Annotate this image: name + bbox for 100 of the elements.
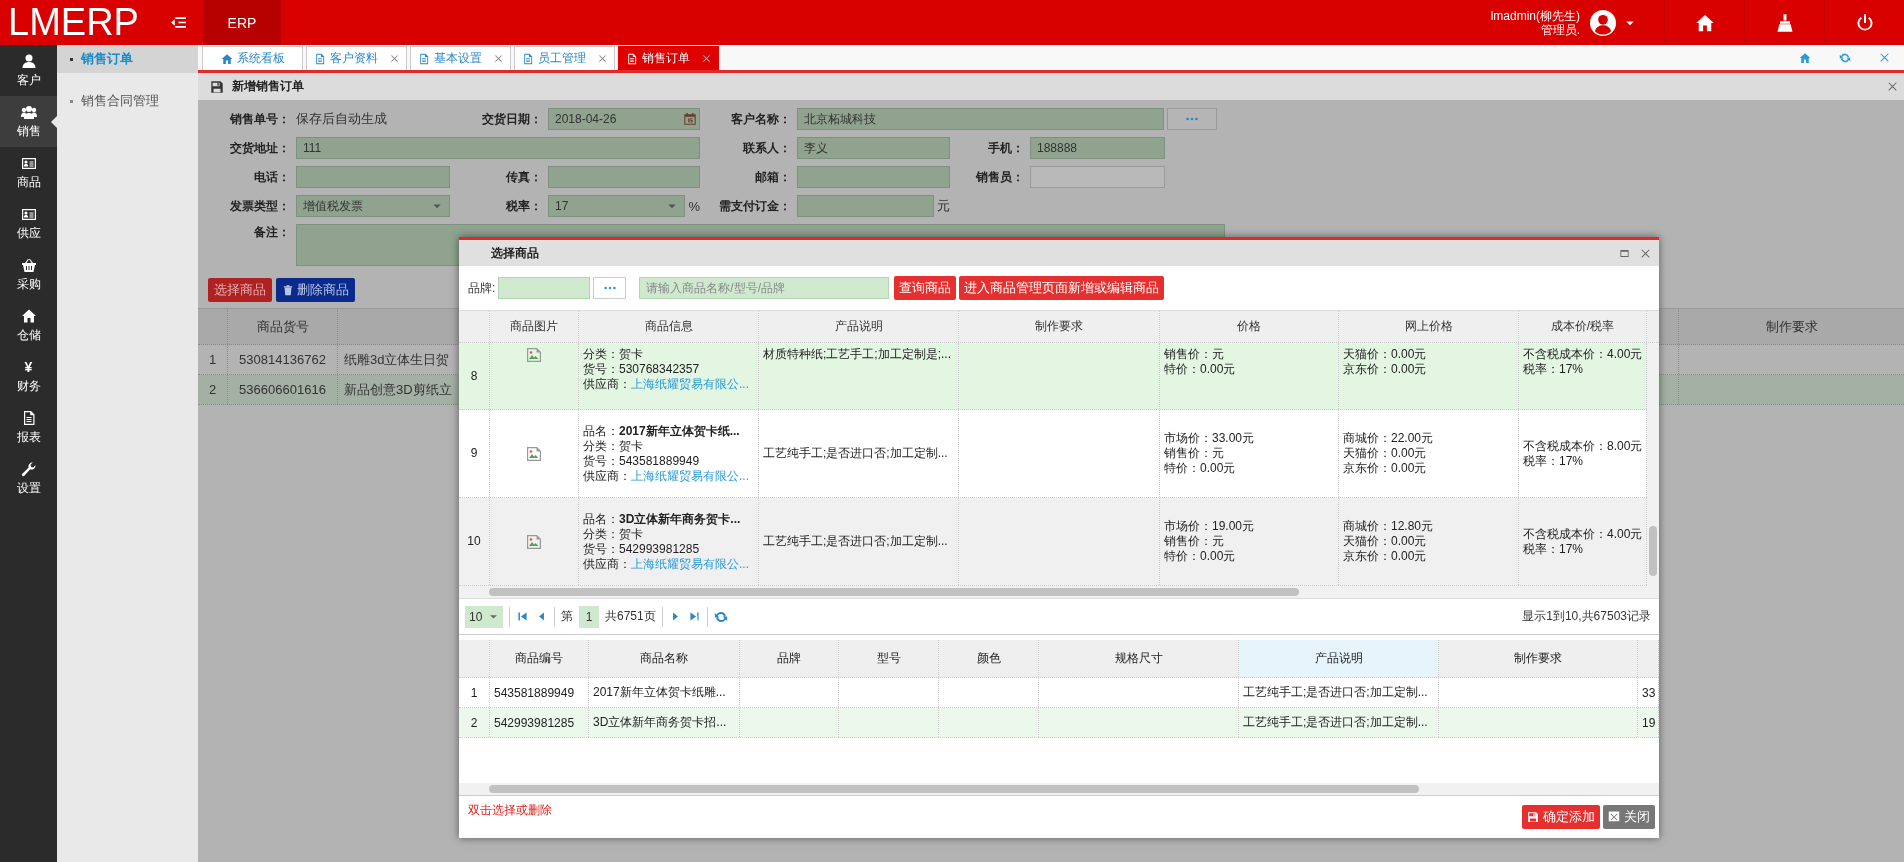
query-button[interactable]: 查询商品 [894, 276, 957, 300]
sidebar-label[interactable]: 设置 [16, 479, 41, 497]
table-cell: 工艺纯手工;是否进口否;加工定制... [1239, 678, 1439, 707]
field-label: 税率： [505, 197, 542, 215]
input-field[interactable] [797, 166, 950, 188]
column-header: 网上价格 [1339, 311, 1519, 342]
input-field[interactable]: 111 [296, 137, 700, 159]
sidebar-label[interactable]: 客户 [16, 71, 41, 89]
close-icon[interactable] [1879, 51, 1890, 63]
sidebar-label[interactable]: 仓储 [16, 326, 41, 344]
info-line: 分类：贺卡 [583, 347, 644, 362]
tab[interactable]: 客户资料 [306, 46, 407, 70]
calendar-icon[interactable] [683, 112, 697, 126]
sidebar-label[interactable]: 采购 [16, 275, 41, 293]
column-header[interactable]: 产品说明 [1239, 640, 1439, 677]
price-line: 京东价：0.00元 [1343, 549, 1428, 564]
submenu-item[interactable]: 销售合同管理 [81, 92, 159, 110]
price-line: 商城价：22.00元 [1343, 431, 1435, 446]
menu-icon[interactable] [170, 14, 187, 31]
close-icon[interactable] [1640, 247, 1651, 259]
first-page-icon[interactable] [516, 610, 529, 623]
input-field[interactable] [797, 195, 934, 217]
sidebar-label[interactable]: 商品 [16, 173, 41, 191]
dropdown[interactable]: 增值税发票 [296, 195, 450, 217]
page-field[interactable]: 1 [579, 605, 599, 628]
close-icon[interactable] [1887, 81, 1898, 92]
field-label: 客户名称： [730, 110, 791, 128]
close-icon[interactable] [702, 54, 711, 63]
record-summary: 显示1到10,共67503记录 [1522, 608, 1651, 625]
tab[interactable]: 系统看板 [202, 46, 303, 70]
column-header[interactable]: 商品编号 [490, 640, 589, 677]
date-field[interactable]: 2018-04-26 [548, 108, 700, 130]
home-icon[interactable] [20, 307, 37, 324]
row-number: 10 [459, 498, 490, 585]
tab[interactable]: 销售订单 [618, 46, 719, 70]
bullet-icon [70, 57, 73, 61]
price-line: 特价：0.00元 [1164, 362, 1237, 377]
tab[interactable]: 基本设置 [410, 46, 511, 70]
row-number: 8 [459, 343, 490, 409]
manage-products-button[interactable]: 进入商品管理页面新增或编辑商品 [959, 276, 1165, 300]
table-row[interactable]: 8 分类：贺卡 货号：530768342357 供应商：上海纸耀贸易有限公... 材质特种纸;工艺手工;加工定制是;... 销售价：元 特价：0.00元 天猫价：0.00元 京东价：0.00元 不含税成本价：4.00元 税率：17% [459, 343, 1647, 410]
table-cell: 工艺纯手工;是否进口否;加工定制... [1239, 708, 1439, 737]
lookup-field[interactable]: 北京柘城科技 [797, 108, 1164, 130]
table-cell: 材质特种纸;工艺手工;加工定制是;... [759, 343, 959, 409]
column-header[interactable]: 颜色 [939, 640, 1039, 677]
avatar-icon[interactable] [1590, 9, 1616, 36]
basket-icon[interactable] [20, 256, 37, 273]
column-header: 制作要求 [959, 311, 1160, 342]
row-number: 9 [459, 410, 490, 497]
scrollbar[interactable] [459, 586, 1659, 598]
supplier-line: 供应商：上海纸耀贸易有限公... [583, 556, 750, 572]
brand-field[interactable] [498, 277, 591, 299]
input-field[interactable] [1030, 166, 1165, 188]
input-field[interactable]: 李义 [797, 137, 950, 159]
field-label: 需支付订金： [718, 197, 791, 215]
close-icon[interactable] [494, 54, 503, 63]
sidebar-label[interactable]: 报表 [16, 428, 41, 446]
sidebar-label[interactable]: 供应 [16, 224, 41, 242]
module-tab[interactable]: ERP [203, 0, 281, 45]
yen-icon[interactable]: ¥ [24, 358, 33, 375]
close-icon[interactable] [598, 54, 607, 63]
price-line: 销售价：元 [1164, 347, 1225, 362]
column-header[interactable]: 商品名称 [589, 640, 740, 677]
field-label: 销售单号： [229, 110, 290, 128]
scrollbar[interactable] [1647, 343, 1659, 586]
column-header[interactable]: 制作要求 [1439, 640, 1638, 677]
price-line: 京东价：0.00元 [1343, 461, 1428, 476]
person-icon[interactable] [20, 52, 37, 69]
refresh-icon[interactable] [713, 609, 728, 624]
select-button[interactable]: 选择商品 [208, 278, 272, 302]
table-cell: 3D立体新年商务贺卡招... [589, 708, 740, 737]
column-header[interactable]: 型号 [839, 640, 939, 677]
sidebar-label[interactable]: 销售 [16, 122, 41, 140]
tab[interactable]: 员工管理 [514, 46, 615, 70]
sidebar-label[interactable]: 财务 [16, 377, 41, 395]
close-icon[interactable] [390, 54, 399, 63]
refresh-icon[interactable] [1839, 51, 1851, 64]
delete-button[interactable]: 删除商品 [276, 278, 355, 302]
wrench-icon[interactable] [20, 460, 37, 477]
confirm-button[interactable]: 确定添加 [1522, 805, 1600, 829]
column-header: 商品货号 [228, 309, 338, 344]
table-row[interactable]: 2 542993981285 3D立体新年商务贺卡招... 工艺纯手工;是否进口否;加工定制... 19 [459, 708, 1659, 738]
input-field[interactable]: 188888 [1030, 137, 1165, 159]
close-button[interactable]: 关闭 [1603, 805, 1655, 829]
info-line: 货号：530768342357 [583, 362, 701, 377]
field-label: 交货日期： [481, 110, 542, 128]
table-cell: 19 [1638, 708, 1659, 737]
column-header[interactable]: 品牌 [740, 640, 839, 677]
field-label: 传真： [504, 168, 542, 186]
dropdown[interactable]: 17 [548, 195, 686, 217]
input-field[interactable] [296, 166, 450, 188]
price-line: 销售价：元 [1164, 534, 1225, 549]
page-size-dropdown[interactable]: 10 [465, 605, 503, 628]
scrollbar[interactable] [459, 783, 1659, 795]
table-row[interactable]: 10 品名：3D立体新年商务贺卡... 分类：贺卡 货号：542993981285 供应商：上海纸耀贸易有限公... 工艺纯手工;是否进口否;加工定制... 市场价：19.00元 销售价：元 特价：0.00元 商城价：12.80元 天猫价：0.00元 京东价：0.00元 不含税成本价：4.00元 税率：17% [459, 498, 1647, 586]
input-field[interactable] [548, 166, 700, 188]
people-icon[interactable] [20, 103, 37, 120]
field-label: 手机： [987, 139, 1024, 157]
last-page-icon[interactable] [687, 610, 701, 623]
maximize-icon[interactable] [1619, 247, 1630, 259]
